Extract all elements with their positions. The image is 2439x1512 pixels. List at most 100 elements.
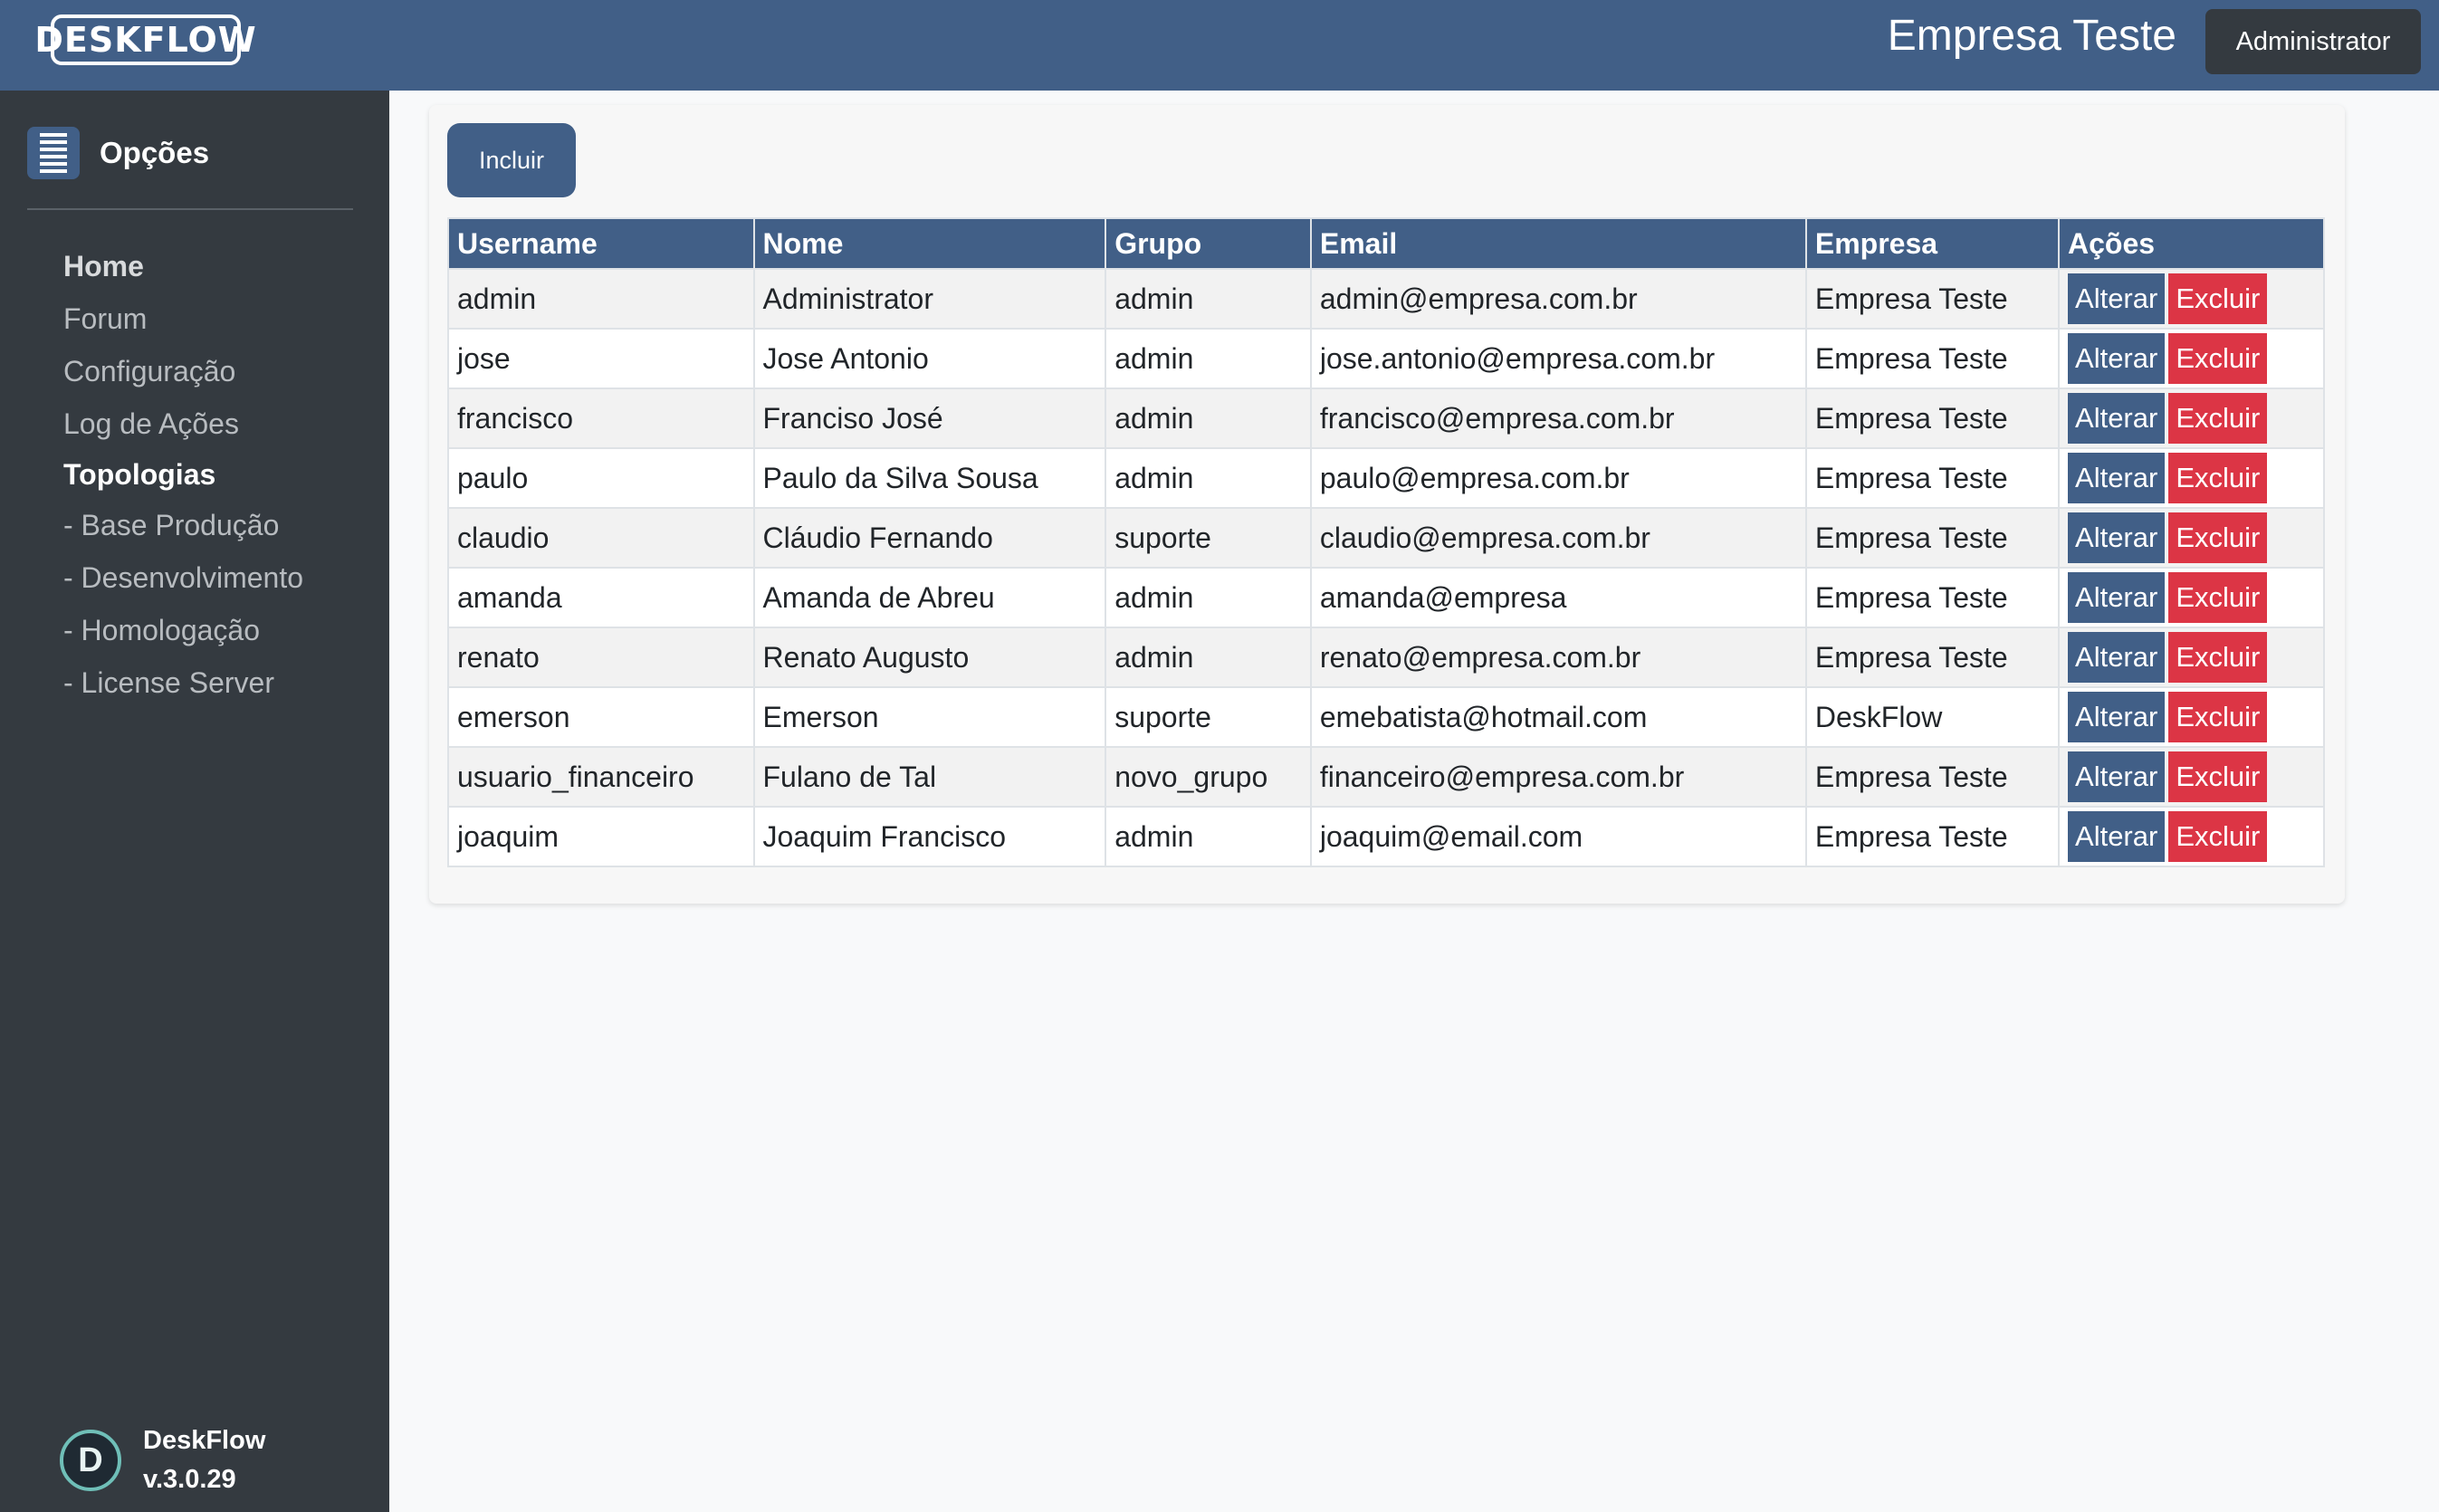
table-cell: Paulo da Silva Sousa — [752, 447, 1107, 509]
logo-text: DESKFLOW — [34, 20, 257, 60]
sidebar-item-log-de-acoes[interactable]: Log de Ações — [63, 397, 303, 450]
sidebar-item-base-producao[interactable]: - Base Produção — [63, 499, 303, 551]
actions-cell: Alterar Excluir — [2058, 806, 2325, 867]
include-button[interactable]: Incluir — [447, 123, 576, 197]
edit-button[interactable]: Alterar — [2068, 453, 2166, 503]
edit-button[interactable]: Alterar — [2068, 692, 2166, 742]
table-cell: Empresa Teste — [1804, 567, 2061, 628]
table-body: admin Administrator admin admin@empresa.com… — [447, 268, 2325, 867]
table-cell: Emerson — [752, 686, 1107, 748]
sidebar-item-topologias[interactable]: Topologias — [63, 450, 303, 499]
table-cell: Jose Antonio — [752, 328, 1107, 389]
table-cell: Renato Augusto — [752, 627, 1107, 688]
table-row: claudio Cláudio Fernando suporte claudio@em… — [447, 507, 2325, 569]
edit-button[interactable]: Alterar — [2068, 512, 2166, 563]
table-cell: paulo — [447, 447, 755, 509]
table-cell: Cláudio Fernando — [752, 507, 1107, 569]
table-cell: suporte — [1105, 507, 1312, 569]
users-card: Incluir Username Nome Grupo Email Empresa Açõ… — [429, 105, 2345, 904]
table-header-row: Username Nome Grupo Email Empresa Ações — [447, 217, 2325, 270]
table-cell: joaquim@email.com — [1309, 806, 1807, 867]
edit-button[interactable]: Alterar — [2068, 572, 2166, 623]
sidebar-item-configuracao[interactable]: Configuração — [63, 345, 303, 397]
table-cell: Amanda de Abreu — [752, 567, 1107, 628]
table-cell: Empresa Teste — [1804, 268, 2061, 330]
actions-cell: Alterar Excluir — [2058, 447, 2325, 509]
edit-button[interactable]: Alterar — [2068, 632, 2166, 683]
delete-button[interactable]: Excluir — [2168, 811, 2268, 862]
table-cell: admin — [1105, 268, 1312, 330]
user-menu-button[interactable]: Administrator — [2205, 9, 2421, 74]
table-cell: Administrator — [752, 268, 1107, 330]
table-cell: Empresa Teste — [1804, 328, 2061, 389]
table-cell: francisco — [447, 388, 755, 449]
table-cell: Empresa Teste — [1804, 447, 2061, 509]
table-cell: admin — [1105, 627, 1312, 688]
table-cell: Fulano de Tal — [752, 746, 1107, 808]
actions-cell: Alterar Excluir — [2058, 746, 2325, 808]
actions-cell: Alterar Excluir — [2058, 388, 2325, 449]
actions-cell: Alterar Excluir — [2058, 328, 2325, 389]
column-header: Grupo — [1105, 217, 1312, 270]
table-cell: renato — [447, 627, 755, 688]
column-header: Nome — [752, 217, 1107, 270]
table-cell: novo_grupo — [1105, 746, 1312, 808]
table-row: jose Jose Antonio admin jose.antonio@empres… — [447, 328, 2325, 389]
table-row: joaquim Joaquim Francisco admin joaquim@ema… — [447, 806, 2325, 867]
table-cell: claudio@empresa.com.br — [1309, 507, 1807, 569]
delete-button[interactable]: Excluir — [2168, 273, 2268, 324]
sidebar-item-home[interactable]: Home — [63, 240, 303, 292]
deskflow-app-icon: D — [60, 1430, 121, 1491]
table-cell: Empresa Teste — [1804, 746, 2061, 808]
sidebar-title: Opções — [100, 136, 210, 169]
delete-button[interactable]: Excluir — [2168, 393, 2268, 444]
table-cell: jose.antonio@empresa.com.br — [1309, 328, 1807, 389]
table-cell: admin — [1105, 567, 1312, 628]
actions-cell: Alterar Excluir — [2058, 627, 2325, 688]
sidebar-item-forum[interactable]: Forum — [63, 292, 303, 345]
delete-button[interactable]: Excluir — [2168, 751, 2268, 802]
table-cell: Empresa Teste — [1804, 388, 2061, 449]
company-name: Empresa Teste — [1887, 12, 2176, 60]
deskflow-logo[interactable]: DESKFLOW — [34, 14, 256, 65]
table-cell: DeskFlow — [1804, 686, 2061, 748]
delete-button[interactable]: Excluir — [2168, 692, 2268, 742]
edit-button[interactable]: Alterar — [2068, 811, 2166, 862]
column-header: Empresa — [1804, 217, 2061, 270]
sidebar-item-desenvolvimento[interactable]: - Desenvolvimento — [63, 551, 303, 604]
actions-cell: Alterar Excluir — [2058, 268, 2325, 330]
table-cell: admin@empresa.com.br — [1309, 268, 1807, 330]
column-header: Username — [447, 217, 755, 270]
menu-list-icon[interactable] — [27, 127, 80, 179]
actions-cell: Alterar Excluir — [2058, 507, 2325, 569]
edit-button[interactable]: Alterar — [2068, 393, 2166, 444]
actions-cell: Alterar Excluir — [2058, 686, 2325, 748]
delete-button[interactable]: Excluir — [2168, 512, 2268, 563]
edit-button[interactable]: Alterar — [2068, 751, 2166, 802]
table-cell: admin — [1105, 447, 1312, 509]
table-cell: admin — [447, 268, 755, 330]
table-row: emerson Emerson suporte emebatista@hotmail.… — [447, 686, 2325, 748]
table-cell: admin — [1105, 806, 1312, 867]
table-cell: Empresa Teste — [1804, 806, 2061, 867]
delete-button[interactable]: Excluir — [2168, 453, 2268, 503]
table-cell: joaquim — [447, 806, 755, 867]
sidebar-divider — [27, 208, 353, 210]
table-cell: paulo@empresa.com.br — [1309, 447, 1807, 509]
delete-button[interactable]: Excluir — [2168, 632, 2268, 683]
edit-button[interactable]: Alterar — [2068, 333, 2166, 384]
table-row: usuario_financeiro Fulano de Tal novo_grup… — [447, 746, 2325, 808]
column-header: Ações — [2058, 217, 2325, 270]
edit-button[interactable]: Alterar — [2068, 273, 2166, 324]
table-cell: Empresa Teste — [1804, 507, 2061, 569]
table-cell: Joaquim Francisco — [752, 806, 1107, 867]
table-row: admin Administrator admin admin@empresa.com… — [447, 268, 2325, 330]
delete-button[interactable]: Excluir — [2168, 572, 2268, 623]
delete-button[interactable]: Excluir — [2168, 333, 2268, 384]
table-cell: amanda@empresa — [1309, 567, 1807, 628]
sidebar-item-homologacao[interactable]: - Homologação — [63, 604, 303, 656]
sidebar-item-license-server[interactable]: - License Server — [63, 656, 303, 709]
sidebar-nav: Home Forum Configuração Log de Ações Topolog… — [63, 240, 303, 709]
app-version: v.3.0.29 — [143, 1465, 236, 1494]
table-cell: renato@empresa.com.br — [1309, 627, 1807, 688]
